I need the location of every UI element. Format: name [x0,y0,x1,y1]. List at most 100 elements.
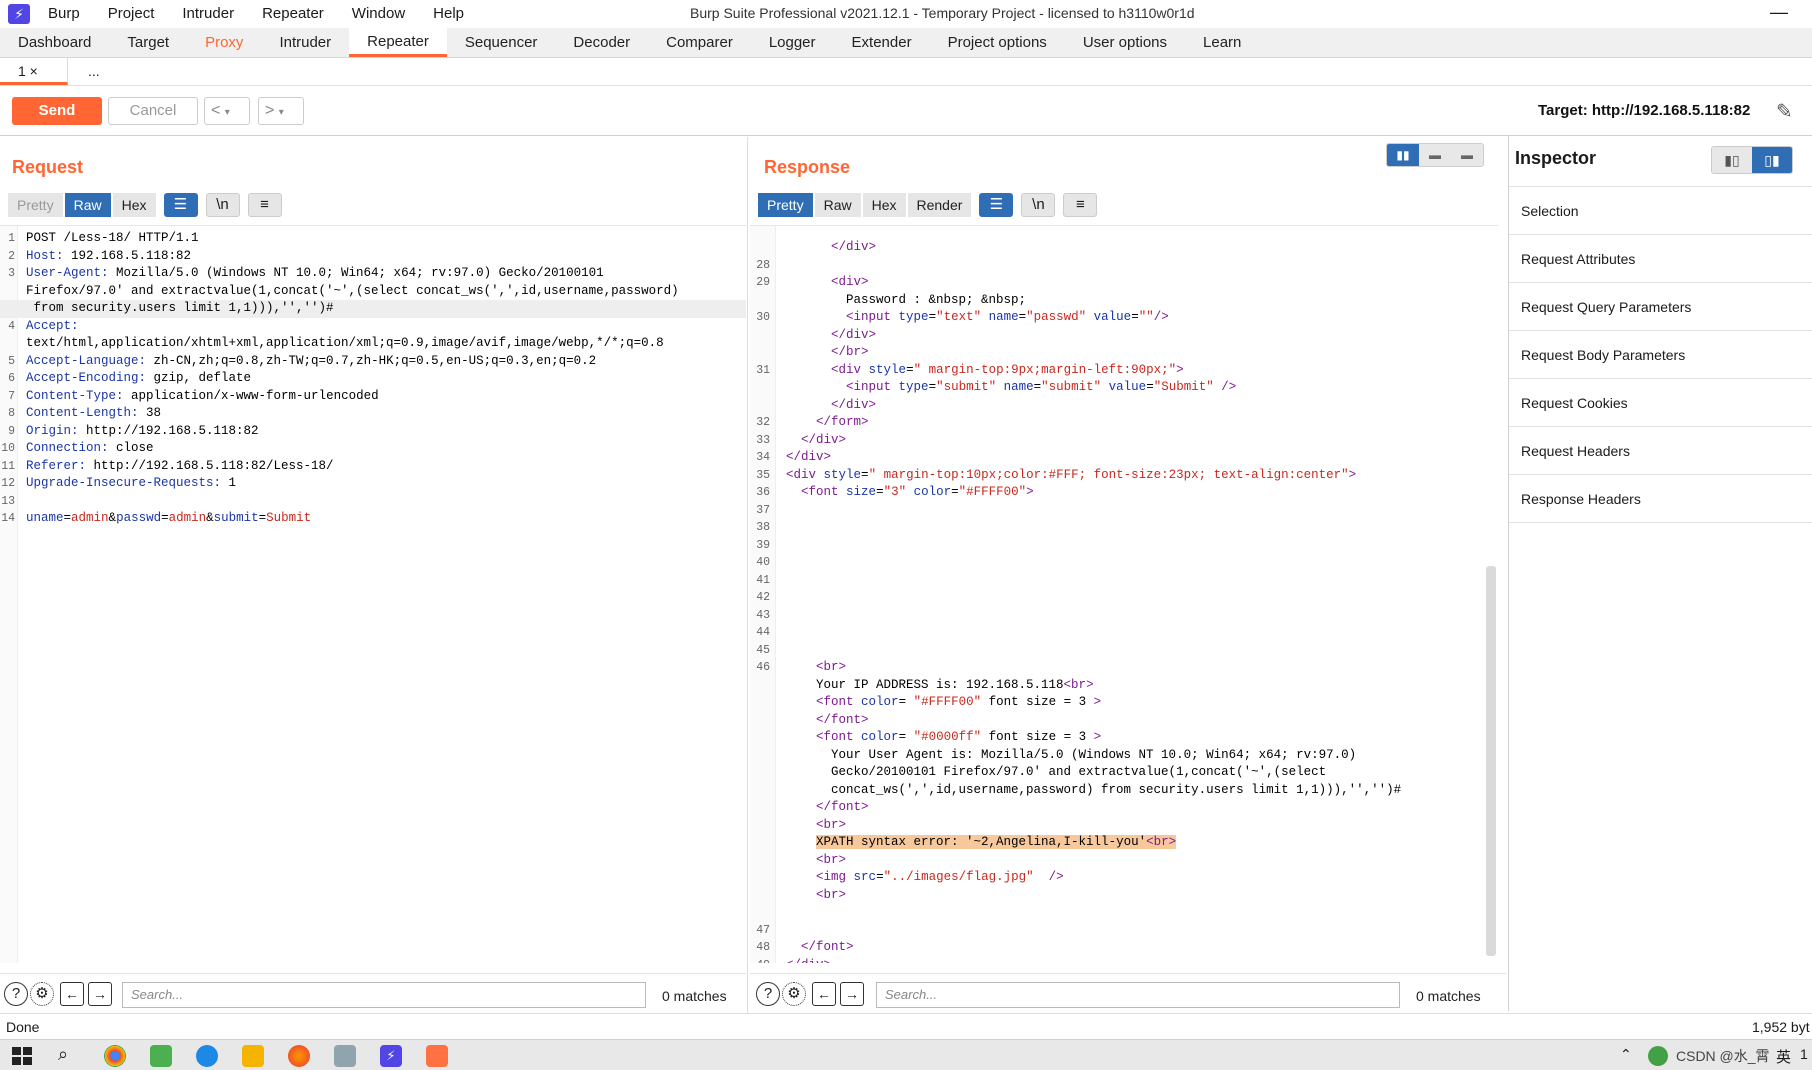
line-number: 13 [1,494,15,508]
next-match-arrow-icon[interactable]: → [840,982,864,1006]
request-line-text: Accept: [26,318,79,333]
tray-app-icon[interactable] [1648,1046,1668,1066]
inspector-request-body-parameters[interactable]: Request Body Parameters [1509,331,1812,379]
terminal-app-icon[interactable] [334,1045,356,1067]
response-scrollbar[interactable] [1486,566,1496,956]
response-line: 48 </font> [750,939,1490,957]
editor-app-icon[interactable] [150,1045,172,1067]
response-size: 1,952 byt [1752,1019,1810,1035]
search-icon[interactable]: ⌕ [58,1044,68,1065]
line-number: 38 [756,521,770,534]
status-bar: Done 1,952 byt [0,1013,1812,1039]
menu-help[interactable]: Help [433,5,464,22]
request-view-pretty[interactable]: Pretty [8,193,63,217]
tab-sequencer[interactable]: Sequencer [447,28,556,57]
tool-app-icon[interactable] [426,1045,448,1067]
split-horizontal-icon[interactable]: ▮▮ [1387,144,1419,166]
response-view-raw[interactable]: Raw [814,193,861,217]
line-number: 9 [8,424,15,438]
menu-repeater[interactable]: Repeater [262,5,324,22]
tab-decoder[interactable]: Decoder [555,28,648,57]
tab-comparer[interactable]: Comparer [648,28,751,57]
response-line-text: <div style=" margin-top:9px;margin-left:… [831,362,1184,377]
wrap-lines-icon[interactable]: ☰ [163,193,198,217]
send-button[interactable]: Send [12,97,102,125]
repeater-tab-1[interactable]: 1 × [0,58,68,85]
inspector-request-query-parameters[interactable]: Request Query Parameters [1509,283,1812,331]
response-line-text: </div> [831,240,877,254]
help-icon[interactable]: ? [756,982,780,1006]
gear-icon[interactable]: ⚙ [30,982,54,1006]
response-view-render[interactable]: Render [907,193,972,217]
edit-pencil-icon[interactable]: ✎ [1776,99,1793,124]
response-line: Password : &nbsp; &nbsp; [750,292,1490,310]
menu-project[interactable]: Project [108,5,155,22]
forward-history-button[interactable]: > ▾ [258,97,304,125]
tab-proxy[interactable]: Proxy [187,28,261,57]
request-view-hex[interactable]: Hex [112,193,156,217]
tab-project-options[interactable]: Project options [930,28,1065,57]
repeater-tab-more[interactable]: ... [68,58,136,85]
tabs-layout-icon[interactable]: ▬ [1451,144,1483,166]
inspector-response-headers[interactable]: Response Headers [1509,475,1812,523]
response-editor[interactable]: 27 <input type="text" name="uname" value… [750,225,1498,963]
response-line: 31 <div style=" margin-top:9px;margin-le… [750,362,1490,380]
inspector-request-cookies[interactable]: Request Cookies [1509,379,1812,427]
chevron-right-icon: > [265,102,275,119]
response-search-bar: ? ⚙ ← → Search... 0 matches [750,973,1506,1013]
menu-intruder[interactable]: Intruder [182,5,234,22]
gear-icon[interactable]: ⚙ [782,982,806,1006]
panel-left-icon[interactable]: ▮▯ [1712,147,1752,173]
inspector-request-attributes[interactable]: Request Attributes [1509,235,1812,283]
tab-repeater[interactable]: Repeater [349,28,447,57]
tab-extender[interactable]: Extender [834,28,930,57]
split-vertical-icon[interactable]: ▬ [1419,144,1451,166]
response-line: 41 [750,572,1490,590]
chrome-icon[interactable] [104,1045,126,1067]
request-view-raw[interactable]: Raw [64,193,111,217]
inspector-request-headers[interactable]: Request Headers [1509,427,1812,475]
menu-window[interactable]: Window [352,5,405,22]
previous-match-arrow-icon[interactable]: ← [60,982,84,1006]
response-line-text: <div style=" margin-top:10px;color:#FFF;… [786,467,1357,482]
firefox-icon[interactable] [288,1045,310,1067]
tab-intruder[interactable]: Intruder [261,28,349,57]
request-editor[interactable]: 1 POST /Less-18/ HTTP/1.1 2 Host: 192.168.5… [0,225,746,963]
newline-icon[interactable]: \n [1021,193,1056,217]
ime-indicator[interactable]: 英 [1776,1046,1791,1067]
line-number: 28 [756,258,770,272]
cancel-button[interactable]: Cancel [108,97,198,125]
response-view-pretty[interactable]: Pretty [758,193,813,217]
previous-match-arrow-icon[interactable]: ← [812,982,836,1006]
response-search-input[interactable]: Search... [876,982,1400,1008]
chevron-left-icon: < [211,102,221,119]
line-number: 31 [756,363,770,377]
next-match-arrow-icon[interactable]: → [88,982,112,1006]
response-view-hex[interactable]: Hex [862,193,906,217]
windows-start-icon[interactable] [12,1047,32,1065]
minimize-icon[interactable]: — [1770,2,1788,23]
inspector-selection[interactable]: Selection [1509,187,1812,235]
back-history-button[interactable]: < ▾ [204,97,250,125]
panel-right-icon[interactable]: ▯▮ [1752,147,1792,173]
newline-icon[interactable]: \n [205,193,240,217]
response-line: </font> [750,799,1490,817]
menu-icon[interactable]: ≡ [247,193,282,217]
tab-logger[interactable]: Logger [751,28,834,57]
request-search-input[interactable]: Search... [122,982,646,1008]
tab-user-options[interactable]: User options [1065,28,1185,57]
wrap-lines-icon[interactable]: ☰ [979,193,1014,217]
menu-burp[interactable]: Burp [48,5,80,22]
tray-chevron-up-icon[interactable]: ⌃ [1620,1046,1632,1063]
file-explorer-icon[interactable] [242,1045,264,1067]
line-number: 29 [756,276,770,289]
tab-target[interactable]: Target [109,28,187,57]
tab-dashboard[interactable]: Dashboard [0,28,109,57]
burp-taskbar-icon[interactable]: ⚡ [380,1045,402,1067]
response-line-text: </div> [831,397,877,412]
tab-learn[interactable]: Learn [1185,28,1259,57]
help-icon[interactable]: ? [4,982,28,1006]
messenger-icon[interactable] [196,1045,218,1067]
response-line: Your User Agent is: Mozilla/5.0 (Windows… [750,747,1490,765]
menu-icon[interactable]: ≡ [1063,193,1098,217]
